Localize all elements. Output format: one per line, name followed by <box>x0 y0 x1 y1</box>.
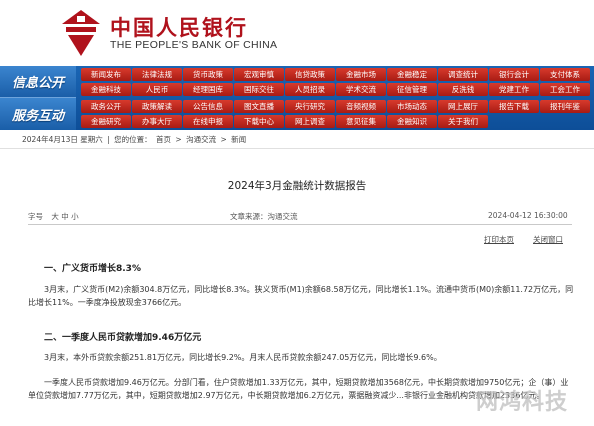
nav-item[interactable]: 报告下载 <box>489 100 539 113</box>
nav-item[interactable]: 银行会计 <box>489 68 539 81</box>
nav-item[interactable]: 金融科技 <box>81 83 131 96</box>
site-title-cn[interactable]: 中国人民银行 <box>110 12 248 42</box>
nav-item[interactable]: 网上展厅 <box>438 100 488 113</box>
font-size-label: 字号 <box>28 212 43 221</box>
nav-item[interactable]: 政策解读 <box>132 100 182 113</box>
nav-group-info-disclosure[interactable]: 信息公开 <box>0 66 76 98</box>
nav-item[interactable]: 国际交往 <box>234 83 284 96</box>
breadcrumb-separator: > <box>220 135 227 144</box>
nav-item[interactable]: 金融稳定 <box>387 68 437 81</box>
section-paragraph-1: 3月末，广义货币(M2)余额304.8万亿元，同比增长8.3%。狭义货币(M1)… <box>28 285 574 307</box>
article-source: 文章来源：沟通交流 <box>230 212 298 221</box>
nav-item[interactable]: 人民币 <box>132 83 182 96</box>
breadcrumb: 2024年4月13日 星期六 | 您的位置： 首页 > 沟通交流 > 新闻 <box>22 134 248 145</box>
font-size-options[interactable]: 大 中 小 <box>51 212 78 221</box>
nav-item[interactable]: 征信管理 <box>387 83 437 96</box>
breadcrumb-label: 您的位置： <box>114 135 152 144</box>
nav-item[interactable]: 党建工作 <box>489 83 539 96</box>
section-paragraph-2: 3月末，本外币贷款余额251.81万亿元，同比增长9.2%。月末人民币贷款余额2… <box>44 353 442 362</box>
nav-item[interactable]: 办事大厅 <box>132 115 182 128</box>
breadcrumb-separator: | <box>107 135 110 144</box>
nav-item[interactable]: 经理国库 <box>183 83 233 96</box>
site-watermark: 网鸿科技 <box>476 390 569 415</box>
nav-item[interactable]: 金融知识 <box>387 115 437 128</box>
print-page-link[interactable]: 打印本页 <box>484 234 514 245</box>
pboc-emblem-icon[interactable] <box>60 8 102 58</box>
site-header: 中国人民银行 THE PEOPLE'S BANK OF CHINA <box>0 0 594 66</box>
article-title: 2024年3月金融统计数据报告 <box>227 180 367 192</box>
nav-item[interactable]: 公告信息 <box>183 100 233 113</box>
main-nav: 信息公开 服务互动 新闻发布 法律法规 货币政策 宏观审慎 信贷政策 金融市场 … <box>0 66 594 130</box>
nav-item[interactable]: 网上调查 <box>285 115 335 128</box>
nav-item[interactable]: 关于我们 <box>438 115 488 128</box>
section-heading-1: 一、广义货币增长8.3% <box>44 264 141 274</box>
divider <box>28 224 572 225</box>
nav-item[interactable]: 报刊年鉴 <box>540 100 590 113</box>
article-date: 2024-04-12 16:30:00 <box>488 211 568 220</box>
nav-item[interactable]: 意见征集 <box>336 115 386 128</box>
nav-item[interactable]: 金融市场 <box>336 68 386 81</box>
close-window-link[interactable]: 关闭窗口 <box>533 234 563 245</box>
nav-item[interactable]: 金融研究 <box>81 115 131 128</box>
nav-item[interactable]: 下载中心 <box>234 115 284 128</box>
nav-item[interactable]: 新闻发布 <box>81 68 131 81</box>
breadcrumb-separator: > <box>175 135 182 144</box>
nav-item[interactable]: 政务公开 <box>81 100 131 113</box>
breadcrumb-home-link[interactable]: 首页 <box>156 135 171 144</box>
section-heading-2: 二、一季度人民币贷款增加9.46万亿元 <box>44 333 202 343</box>
nav-group-service-interaction[interactable]: 服务互动 <box>0 98 76 130</box>
nav-item[interactable]: 支付体系 <box>540 68 590 81</box>
nav-item[interactable]: 图文直播 <box>234 100 284 113</box>
breadcrumb-communication-link[interactable]: 沟通交流 <box>186 135 216 144</box>
font-size-controls: 字号 大 中 小 <box>28 211 79 222</box>
nav-item[interactable]: 人员招录 <box>285 83 335 96</box>
nav-item[interactable]: 货币政策 <box>183 68 233 81</box>
breadcrumb-date: 2024年4月13日 星期六 <box>22 135 103 144</box>
nav-item[interactable]: 工会工作 <box>540 83 590 96</box>
nav-item[interactable]: 音频视频 <box>336 100 386 113</box>
site-title-en: THE PEOPLE'S BANK OF CHINA <box>110 39 278 51</box>
nav-item[interactable]: 市场动态 <box>387 100 437 113</box>
nav-item[interactable]: 学术交流 <box>336 83 386 96</box>
nav-item[interactable]: 信贷政策 <box>285 68 335 81</box>
nav-item[interactable]: 调查统计 <box>438 68 488 81</box>
nav-item[interactable]: 法律法规 <box>132 68 182 81</box>
nav-item[interactable]: 宏观审慎 <box>234 68 284 81</box>
nav-item[interactable]: 在线申报 <box>183 115 233 128</box>
breadcrumb-news-link[interactable]: 新闻 <box>231 135 246 144</box>
nav-item[interactable]: 反洗钱 <box>438 83 488 96</box>
nav-item[interactable]: 央行研究 <box>285 100 335 113</box>
